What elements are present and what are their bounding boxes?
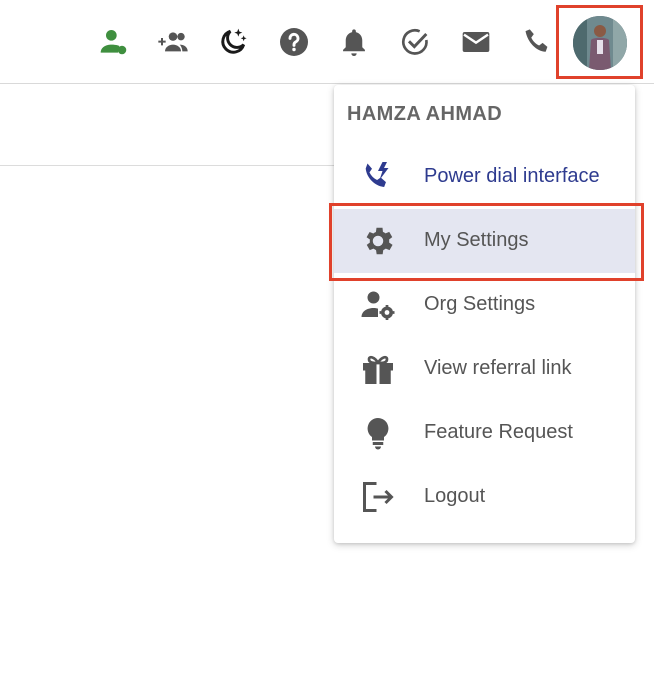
dnd-moon-icon[interactable] — [213, 22, 253, 62]
bell-icon[interactable] — [334, 22, 374, 62]
avatar — [573, 16, 627, 70]
lightbulb-icon — [358, 415, 398, 451]
help-icon[interactable] — [274, 22, 314, 62]
add-group-icon[interactable] — [153, 22, 193, 62]
user-avatar-button[interactable] — [556, 5, 643, 79]
divider — [0, 165, 334, 166]
menu-item-label: Power dial interface — [424, 165, 600, 187]
user-dropdown-menu: HAMZA AHMAD Power dial interface My Sett… — [334, 85, 635, 543]
menu-item-org-settings[interactable]: Org Settings — [334, 273, 635, 337]
menu-item-feature-request[interactable]: Feature Request — [334, 401, 635, 465]
menu-item-label: Feature Request — [424, 421, 573, 443]
gift-icon — [358, 351, 398, 387]
power-dial-icon — [358, 159, 398, 195]
menu-item-logout[interactable]: Logout — [334, 465, 635, 529]
menu-item-referral[interactable]: View referral link — [334, 337, 635, 401]
menu-item-label: View referral link — [424, 357, 572, 379]
menu-item-label: Org Settings — [424, 293, 536, 315]
menu-item-power-dial[interactable]: Power dial interface — [334, 145, 635, 209]
gear-icon — [358, 223, 398, 259]
top-toolbar — [0, 0, 654, 84]
logout-icon — [358, 479, 398, 515]
org-settings-icon — [358, 287, 398, 323]
mail-icon[interactable] — [456, 22, 496, 62]
menu-item-label: My Settings — [424, 229, 529, 251]
phone-icon[interactable] — [517, 22, 557, 62]
menu-item-label: Logout — [424, 485, 486, 507]
user-status-icon[interactable] — [94, 22, 134, 62]
menu-username: HAMZA AHMAD — [347, 103, 503, 125]
menu-item-my-settings[interactable]: My Settings — [334, 209, 635, 273]
task-check-icon[interactable] — [395, 22, 435, 62]
